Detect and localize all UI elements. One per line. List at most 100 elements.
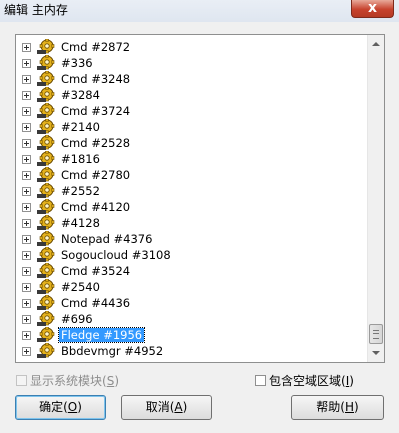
expand-plus-icon[interactable]: [22, 139, 31, 148]
label-suffix: ): [77, 400, 82, 414]
tree-item-label[interactable]: Cmd #2528: [59, 136, 132, 150]
expand-plus-icon[interactable]: [22, 299, 31, 308]
tree-item-label[interactable]: Cmd #4120: [59, 200, 132, 214]
tree-item[interactable]: Cmd #2872: [16, 38, 368, 55]
process-gear-icon: [36, 326, 56, 343]
tree-item[interactable]: #336: [16, 54, 368, 71]
tree-item[interactable]: Cmd #3724: [16, 102, 368, 119]
checkbox-icon[interactable]: [255, 375, 266, 386]
process-gear-icon: [36, 342, 56, 359]
scroll-thumb[interactable]: [369, 324, 383, 344]
tree-item-label[interactable]: #696: [59, 312, 95, 326]
expand-plus-icon[interactable]: [22, 59, 31, 68]
expand-plus-icon[interactable]: [22, 203, 31, 212]
expand-plus-icon[interactable]: [22, 187, 31, 196]
tree-item-label[interactable]: Cmd #4436: [59, 296, 132, 310]
tree-item[interactable]: #696: [16, 310, 368, 327]
vertical-scrollbar[interactable]: [367, 35, 384, 362]
label-suffix: ): [349, 374, 354, 388]
tree-item[interactable]: Cmd #2780: [16, 166, 368, 183]
tree-item[interactable]: Fledge #1956: [16, 326, 368, 343]
process-gear-icon: [36, 246, 56, 263]
expand-plus-icon[interactable]: [22, 171, 31, 180]
title-bar: 编辑 主内存 x: [0, 0, 399, 22]
tree-item-label[interactable]: #2540: [59, 280, 102, 294]
expand-plus-icon[interactable]: [22, 235, 31, 244]
expand-plus-icon[interactable]: [22, 347, 31, 356]
include-empty-regions-checkbox[interactable]: 包含空域区域(I): [255, 373, 354, 389]
tree-item[interactable]: #2540: [16, 278, 368, 295]
show-system-modules-label: 显示系统模块(: [30, 374, 107, 388]
close-button[interactable]: x: [351, 0, 394, 18]
process-gear-icon: [36, 198, 56, 215]
expand-plus-icon[interactable]: [22, 251, 31, 260]
tree-item-label[interactable]: Notepad #4376: [59, 232, 154, 246]
tree-item[interactable]: Cmd #3524: [16, 262, 368, 279]
tree-item-label[interactable]: #2140: [59, 120, 102, 134]
expand-plus-icon[interactable]: [22, 155, 31, 164]
tree-item-label[interactable]: Bbdevmgr #4952: [59, 344, 165, 358]
tree-item-label[interactable]: #3284: [59, 88, 102, 102]
process-gear-icon: [36, 278, 56, 295]
help-button[interactable]: 帮助(H): [291, 395, 384, 420]
tree-item[interactable]: Cmd #4436: [16, 294, 368, 311]
expand-plus-icon[interactable]: [22, 91, 31, 100]
process-gear-icon: [36, 118, 56, 135]
tree-item[interactable]: Cmd #3248: [16, 70, 368, 87]
tree-item-label[interactable]: Cmd #2780: [59, 168, 132, 182]
tree-item[interactable]: #3284: [16, 86, 368, 103]
tree-item[interactable]: #2552: [16, 182, 368, 199]
shortcut-key: H: [344, 400, 355, 414]
tree-item-label[interactable]: Fledge #1956: [57, 327, 146, 343]
tree-item-label[interactable]: Cmd #3724: [59, 104, 132, 118]
expand-plus-icon[interactable]: [22, 75, 31, 84]
process-gear-icon: [36, 70, 56, 87]
tree-item-label[interactable]: Cmd #2872: [59, 40, 132, 54]
tree-item-label[interactable]: #4128: [59, 216, 102, 230]
ok-label: 确定(: [39, 400, 68, 414]
process-gear-icon: [36, 214, 56, 231]
expand-plus-icon[interactable]: [22, 283, 31, 292]
scroll-down-arrow-icon[interactable]: [372, 351, 380, 355]
expand-plus-icon[interactable]: [22, 107, 31, 116]
tree-item[interactable]: #2140: [16, 118, 368, 135]
expand-plus-icon[interactable]: [22, 315, 31, 324]
checkbox-icon[interactable]: [16, 375, 27, 386]
close-icon: x: [367, 0, 378, 16]
expand-plus-icon[interactable]: [22, 267, 31, 276]
process-gear-icon: [36, 166, 56, 183]
label-suffix: ): [354, 400, 359, 414]
window-title: 编辑 主内存: [4, 3, 68, 17]
ok-button[interactable]: 确定(O): [15, 395, 106, 420]
process-gear-icon: [36, 102, 56, 119]
show-system-modules-checkbox[interactable]: 显示系统模块(S): [16, 373, 119, 389]
tree-item[interactable]: Notepad #4376: [16, 230, 368, 247]
tree-item[interactable]: #1816: [16, 150, 368, 167]
expand-plus-icon[interactable]: [22, 331, 31, 340]
tree-item-label[interactable]: #336: [59, 56, 95, 70]
process-gear-icon: [36, 38, 56, 55]
tree-item[interactable]: #4128: [16, 214, 368, 231]
expand-plus-icon[interactable]: [22, 123, 31, 132]
include-empty-regions-label: 包含空域区域(: [269, 374, 346, 388]
help-label: 帮助(: [316, 400, 345, 414]
process-gear-icon: [36, 134, 56, 151]
expand-plus-icon[interactable]: [22, 43, 31, 52]
cancel-button[interactable]: 取消(A): [121, 395, 212, 420]
tree-item-label[interactable]: #2552: [59, 184, 102, 198]
tree-item[interactable]: Cmd #2528: [16, 134, 368, 151]
tree-item-label[interactable]: Cmd #3248: [59, 72, 132, 86]
label-suffix: ): [182, 400, 188, 414]
process-list: Cmd #2872 #336 Cmd #3248 #3284 Cmd #3724 #214…: [16, 38, 368, 359]
tree-item-label[interactable]: Cmd #3524: [59, 264, 132, 278]
process-tree[interactable]: Cmd #2872 #336 Cmd #3248 #3284 Cmd #3724 #214…: [15, 34, 385, 363]
scroll-up-arrow-icon[interactable]: [372, 42, 380, 46]
tree-item[interactable]: Sogoucloud #3108: [16, 246, 368, 263]
label-suffix: ): [114, 374, 119, 388]
tree-item[interactable]: Cmd #4120: [16, 198, 368, 215]
expand-plus-icon[interactable]: [22, 219, 31, 228]
tree-item[interactable]: Bbdevmgr #4952: [16, 342, 368, 359]
tree-item-label[interactable]: #1816: [59, 152, 102, 166]
process-gear-icon: [36, 294, 56, 311]
tree-item-label[interactable]: Sogoucloud #3108: [59, 248, 173, 262]
